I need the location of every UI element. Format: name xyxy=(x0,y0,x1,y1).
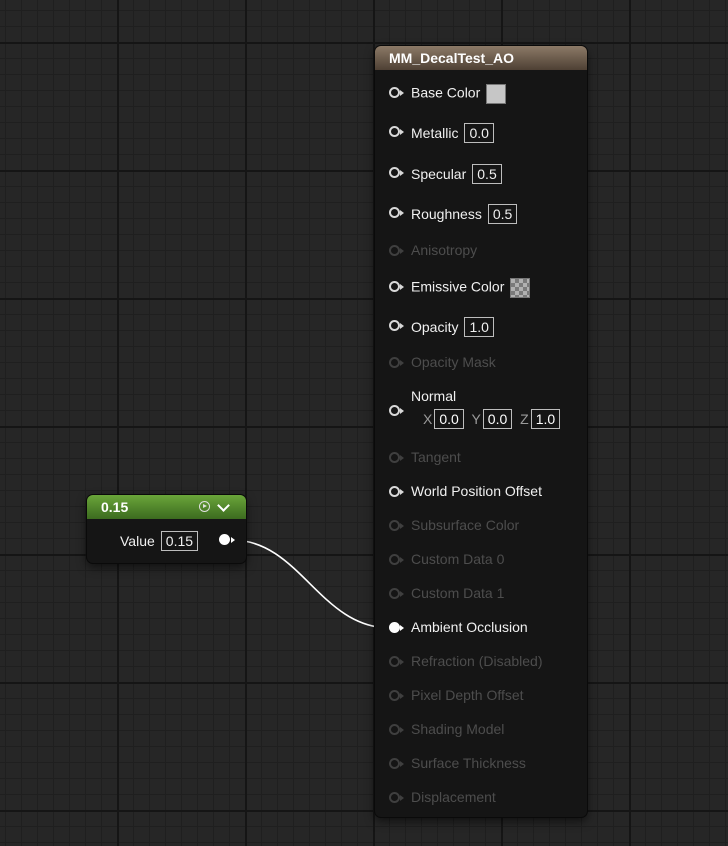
input-pin-icon xyxy=(389,452,404,463)
input-pin-icon[interactable] xyxy=(389,167,404,178)
pin-label: World Position Offset xyxy=(411,483,542,499)
pin-label: Roughness xyxy=(411,206,482,222)
pin-label: Shading Model xyxy=(411,721,505,737)
roughness-value-field[interactable]: 0.5 xyxy=(487,204,518,224)
input-pin-icon[interactable] xyxy=(389,126,404,137)
pin-label: Normal xyxy=(411,388,457,404)
metallic-value-field[interactable]: 0.0 xyxy=(464,123,494,143)
connected-pin-icon[interactable] xyxy=(389,622,404,633)
pin-label: Opacity xyxy=(411,319,459,335)
base-color-swatch[interactable] xyxy=(486,84,507,104)
constant-value-field[interactable]: 0.15 xyxy=(160,531,199,551)
normal-vector-fields: X 0.0 Y 0.0 Z 1.0 xyxy=(423,409,564,429)
pin-label: Displacement xyxy=(411,789,496,805)
constant-node-title: 0.15 xyxy=(101,499,129,515)
input-pin-icon[interactable] xyxy=(389,281,404,292)
y-label: Y xyxy=(471,411,481,427)
pin-label: Emissive Color xyxy=(411,278,505,295)
pin-label: Custom Data 1 xyxy=(411,585,505,601)
input-pin-icon xyxy=(389,554,404,565)
pin-label: Metallic xyxy=(411,125,459,141)
constant-value-row: Value 0.15 xyxy=(120,531,199,551)
input-pin-icon[interactable] xyxy=(389,87,404,98)
input-pin-icon[interactable] xyxy=(389,486,404,497)
z-label: Z xyxy=(520,411,529,427)
preview-play-icon[interactable] xyxy=(199,501,210,512)
input-pin-icon xyxy=(389,245,404,256)
input-pin-icon xyxy=(389,357,404,368)
input-pin-icon xyxy=(389,588,404,599)
normal-x-field[interactable]: 0.0 xyxy=(434,409,464,429)
specular-value-field[interactable]: 0.5 xyxy=(472,164,502,184)
connection-wire[interactable] xyxy=(0,0,728,846)
output-pin-icon[interactable] xyxy=(219,534,235,545)
pin-label: Surface Thickness xyxy=(411,755,526,771)
pin-label: Anisotropy xyxy=(411,242,478,258)
pin-label: Specular xyxy=(411,166,467,182)
input-pin-icon xyxy=(389,656,404,667)
input-pin-icon xyxy=(389,724,404,735)
opacity-value-field[interactable]: 1.0 xyxy=(464,317,494,337)
pin-label: Base Color xyxy=(411,84,481,101)
pin-label: Subsurface Color xyxy=(411,517,520,533)
constant-node-header[interactable]: 0.15 xyxy=(87,495,246,519)
pin-label: Tangent xyxy=(411,449,461,465)
input-pin-icon xyxy=(389,758,404,769)
input-pin-icon xyxy=(389,792,404,803)
input-pin-icon[interactable] xyxy=(389,320,404,331)
input-pin-icon[interactable] xyxy=(389,207,404,218)
emissive-color-swatch[interactable] xyxy=(510,278,531,298)
chevron-down-icon[interactable] xyxy=(217,499,230,512)
input-pin-icon xyxy=(389,520,404,531)
pin-label: Refraction (Disabled) xyxy=(411,653,543,669)
pin-label: Pixel Depth Offset xyxy=(411,687,524,703)
value-label: Value xyxy=(120,533,155,549)
pin-label: Ambient Occlusion xyxy=(411,619,528,635)
x-label: X xyxy=(423,411,433,427)
pin-label: Custom Data 0 xyxy=(411,551,505,567)
input-pin-icon[interactable] xyxy=(389,405,404,416)
input-pin-icon xyxy=(389,690,404,701)
material-output-node[interactable]: MM_DecalTest_AO Base Color Metallic 0.0 S… xyxy=(375,46,587,817)
normal-z-field[interactable]: 1.0 xyxy=(530,409,561,429)
material-node-title[interactable]: MM_DecalTest_AO xyxy=(375,46,587,70)
normal-y-field[interactable]: 0.0 xyxy=(482,409,513,429)
pin-label: Opacity Mask xyxy=(411,354,496,370)
constant-node[interactable]: 0.15 Value 0.15 xyxy=(87,495,246,563)
